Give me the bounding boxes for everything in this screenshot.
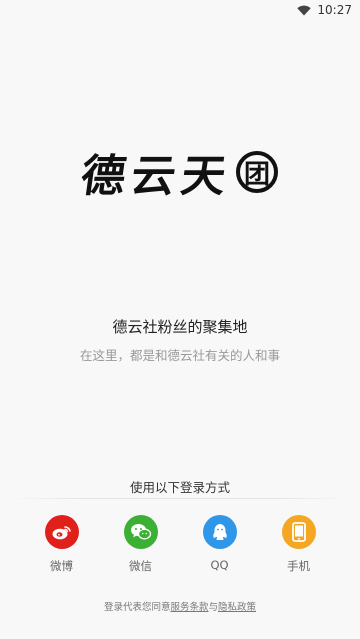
- phone-label: 手机: [287, 559, 310, 573]
- status-bar: 10:27: [0, 0, 360, 20]
- wechat-icon: [123, 515, 158, 549]
- agreement-text: 登录代表您同意服务条款与隐私政策: [0, 599, 360, 613]
- logo-char-1: 德: [77, 151, 131, 202]
- logo-char-2: 云: [127, 151, 181, 202]
- login-options: 微博 微信 QQ 手机: [0, 515, 360, 574]
- login-screen: 10:27 德 云 天 团 德云社粉丝的聚集地 在这里，都是和德云社有关的人和事…: [0, 0, 360, 639]
- weibo-login-button[interactable]: 微博: [32, 515, 92, 574]
- agreement-and: 与: [208, 602, 219, 613]
- logo-char-3: 天: [177, 151, 231, 202]
- agreement-prefix: 登录代表您同意: [103, 602, 171, 613]
- status-time: 10:27: [317, 3, 352, 17]
- phone-login-button[interactable]: 手机: [269, 515, 329, 574]
- logo-circle-char: 团: [236, 151, 278, 193]
- divider: [12, 498, 348, 499]
- weibo-label: 微博: [50, 559, 73, 573]
- app-logo: 德 云 天 团: [0, 140, 360, 204]
- subline: 在这里，都是和德云社有关的人和事: [79, 348, 280, 363]
- privacy-link[interactable]: 隐私政策: [218, 602, 256, 613]
- tagline: 德云社粉丝的聚集地: [112, 318, 248, 336]
- weibo-icon: [44, 515, 79, 549]
- qq-label: QQ: [210, 558, 229, 572]
- wechat-login-button[interactable]: 微信: [111, 515, 171, 574]
- qq-login-button[interactable]: QQ: [190, 515, 250, 574]
- phone-icon: [281, 515, 316, 549]
- login-methods-header: 使用以下登录方式: [129, 480, 230, 495]
- wifi-icon: [297, 5, 312, 16]
- qq-icon: [202, 515, 237, 549]
- wechat-label: 微信: [129, 559, 152, 573]
- terms-link[interactable]: 服务条款: [170, 602, 208, 613]
